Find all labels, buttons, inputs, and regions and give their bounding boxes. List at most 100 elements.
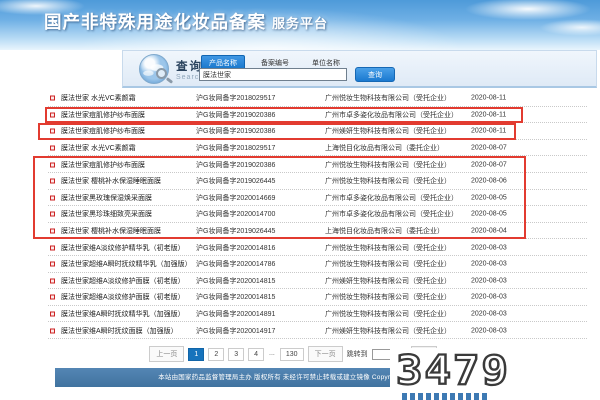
record-bullet-icon (50, 312, 55, 317)
record-bullet-icon (50, 262, 55, 267)
pagination-page-4[interactable]: 4 (248, 348, 264, 361)
product-name-link[interactable]: 膜法世家 水光VC素颜霜 (61, 93, 136, 103)
record-date: 2020-08-03 (471, 311, 507, 318)
pagination-next[interactable]: 下一页 (308, 346, 343, 362)
product-name-link[interactable]: 膜法世家 樱桃补水保湿睡眠面膜 (61, 226, 161, 236)
product-name-link[interactable]: 膜法世家黑珍珠细致亮采面膜 (61, 209, 152, 219)
record-bullet-icon (50, 295, 55, 300)
record-bullet-icon (50, 245, 55, 250)
magnifier-icon (156, 68, 167, 79)
jump-label: 跳转到 (347, 349, 368, 359)
pagination-page-1[interactable]: 1 (188, 348, 204, 361)
company-name: 广州悦妆生物科技有限公司（受托企业） (325, 176, 451, 186)
record-number: 沪G妆网备字2019020386 (196, 160, 275, 170)
table-row: 膜法世家维A瞬时抚纹精华乳（加强版） 沪G妆网备字2020014891 广州悦妆生物… (33, 306, 595, 323)
record-bullet-icon (50, 112, 55, 117)
product-name-link[interactable]: 膜法世家超维A瞬时抚纹精华乳（加强版） (61, 259, 192, 269)
record-number: 沪G妆网备字2018029517 (196, 93, 275, 103)
record-number: 沪G妆网备字2020014816 (196, 243, 275, 253)
table-row: 膜法世家 樱桃补水保湿睡眠面膜 沪G妆网备字2019026445 广州悦妆生物科技有… (33, 173, 595, 190)
product-name-link[interactable]: 膜法世家 水光VC素颜霜 (61, 143, 136, 153)
pagination-pages: 1234... 130 (188, 348, 303, 361)
watermark-overlay: 3479 (390, 348, 600, 400)
pagination-page-130[interactable]: 130 (280, 348, 304, 361)
record-number: 沪G妆网备字2020014786 (196, 259, 275, 269)
company-name: 广州悦妆生物科技有限公司（受托企业） (325, 292, 451, 302)
site-banner: 国产非特殊用途化妆品备案服务平台 (0, 0, 600, 50)
search-panel: 查询 Search 产品名称备案编号单位名称 查询 (122, 50, 597, 88)
product-name-link[interactable]: 膜法世家维A瞬时抚纹精华乳（加强版） (61, 309, 185, 319)
watermark-subtext (402, 393, 490, 400)
record-number: 沪G妆网备字2019026445 (196, 226, 275, 236)
record-date: 2020-08-03 (471, 244, 507, 251)
table-row: 膜法世家维A淡纹修护精华乳（初老版） 沪G妆网备字2020014816 广州悦妆生物… (33, 239, 595, 256)
record-date: 2020-08-03 (471, 277, 507, 284)
product-name-link[interactable]: 膜法世家超维A淡纹修护面膜（初老版） (61, 292, 185, 302)
record-number: 沪G妆网备字2019026445 (196, 176, 275, 186)
record-date: 2020-08-11 (471, 111, 506, 118)
record-date: 2020-08-11 (471, 128, 506, 135)
record-bullet-icon (50, 212, 55, 217)
table-row: 膜法世家痘肌修护纱布面膜 沪G妆网备字2019020386 广州媄妍生物科技有限公司… (33, 123, 595, 140)
company-name: 广州悦妆生物科技有限公司（受托企业） (325, 259, 451, 269)
record-bullet-icon (50, 278, 55, 283)
product-name-link[interactable]: 膜法世家维A淡纹修护精华乳（初老版） (61, 243, 185, 253)
record-number: 沪G妆网备字2019020386 (196, 110, 275, 120)
pagination-ellipsis: ... (268, 348, 276, 361)
record-bullet-icon (50, 162, 55, 167)
record-date: 2020-08-04 (471, 228, 507, 235)
company-name: 广州市卓多姿化妆品有限公司（受托企业） (325, 110, 458, 120)
record-date: 2020-08-07 (471, 161, 507, 168)
search-button[interactable]: 查询 (355, 67, 395, 82)
search-input[interactable] (199, 68, 347, 81)
record-number: 沪G妆网备字2020014700 (196, 209, 275, 219)
table-row: 膜法世家超维A淡纹修护面膜（初老版）沪G妆网备字2020014815广州媄妍生物… (33, 273, 595, 290)
table-row: 膜法世家 水光VC素颜霜 沪G妆网备字2018029517 广州悦妆生物科技有限公司… (33, 90, 595, 107)
site-title: 国产非特殊用途化妆品备案服务平台 (44, 9, 328, 34)
record-date: 2020-08-11 (471, 95, 506, 102)
record-number: 沪G妆网备字2020014891 (196, 309, 275, 319)
product-name-link[interactable]: 膜法世家痘肌修护纱布面膜 (61, 110, 145, 120)
company-name: 广州市卓多姿化妆品有限公司（受托企业） (325, 193, 458, 203)
product-name-link[interactable]: 膜法世家黑玫瑰保湿焕采面膜 (61, 193, 152, 203)
table-row: 膜法世家 樱桃补水保湿睡眠面膜 沪G妆网备字2019026445 上海悦目化妆品有限… (33, 223, 595, 240)
record-date: 2020-08-07 (471, 145, 507, 152)
record-bullet-icon (50, 328, 55, 333)
record-number: 沪G妆网备字2020014815 (196, 292, 275, 302)
record-date: 2020-08-03 (471, 327, 507, 334)
site-title-main: 国产非特殊用途化妆品备案 (44, 12, 266, 32)
company-name: 广州媄妍生物科技有限公司（受托企业） (325, 276, 451, 286)
pagination-prev[interactable]: 上一页 (149, 346, 184, 362)
pagination-page-2[interactable]: 2 (208, 348, 224, 361)
table-row: 膜法世家维A瞬时抚纹面膜（加强版） 沪G妆网备字2020014917 广州媄妍生物科… (33, 322, 595, 339)
company-name: 广州媄妍生物科技有限公司（受托企业） (325, 326, 451, 336)
record-number: 沪G妆网备字2019020386 (196, 126, 275, 136)
record-number: 沪G妆网备字2018029517 (196, 143, 275, 153)
results-list: 膜法世家 水光VC素颜霜沪G妆网备字2018029517广州悦妆生物科技有限公司… (33, 90, 595, 340)
record-date: 2020-08-03 (471, 261, 507, 268)
product-name-link[interactable]: 膜法世家 樱桃补水保湿睡眠面膜 (61, 176, 161, 186)
product-name-link[interactable]: 膜法世家痘肌修护纱布面膜 (61, 160, 145, 170)
record-date: 2020-08-05 (471, 194, 507, 201)
table-row: 膜法世家黑珍珠细致亮采面膜 沪G妆网备字2020014700 广州市卓多姿化妆品有限… (33, 206, 595, 223)
company-name: 广州悦妆生物科技有限公司（受托企业） (325, 93, 451, 103)
company-name: 广州市卓多姿化妆品有限公司（受托企业） (325, 209, 458, 219)
table-row: 膜法世家超维A淡纹修护面膜（初老版） 沪G妆网备字2020014815 广州悦妆生物… (33, 289, 595, 306)
watermark-number: 3479 (396, 350, 600, 392)
company-name: 广州媄妍生物科技有限公司（受托企业） (325, 126, 451, 136)
product-name-link[interactable]: 膜法世家维A瞬时抚纹面膜（加强版） (61, 326, 178, 336)
record-number: 沪G妆网备字2020014917 (196, 326, 275, 336)
company-name: 广州悦妆生物科技有限公司（受托企业） (325, 243, 451, 253)
company-name: 广州悦妆生物科技有限公司（受托企业） (325, 160, 451, 170)
pagination-page-3[interactable]: 3 (228, 348, 244, 361)
table-row: 膜法世家痘肌修护纱布面膜 沪G妆网备字2019020386 广州市卓多姿化妆品有限公… (33, 107, 595, 124)
record-bullet-icon (50, 179, 55, 184)
company-name: 上海悦目化妆品有限公司（委托企业） (325, 226, 444, 236)
product-name-link[interactable]: 膜法世家痘肌修护纱布面膜 (61, 126, 145, 136)
record-date: 2020-08-03 (471, 294, 507, 301)
product-name-link[interactable]: 膜法世家超维A淡纹修护面膜（初老版） (61, 276, 185, 286)
table-row: 膜法世家黑玫瑰保湿焕采面膜沪G妆网备字2020014669广州市卓多姿化妆品有限… (33, 190, 595, 207)
company-name: 广州悦妆生物科技有限公司（受托企业） (325, 309, 451, 319)
company-name: 上海悦目化妆品有限公司（委托企业） (325, 143, 444, 153)
table-row: 膜法世家 水光VC素颜霜 沪G妆网备字2018029517 上海悦目化妆品有限公司（… (33, 140, 595, 157)
